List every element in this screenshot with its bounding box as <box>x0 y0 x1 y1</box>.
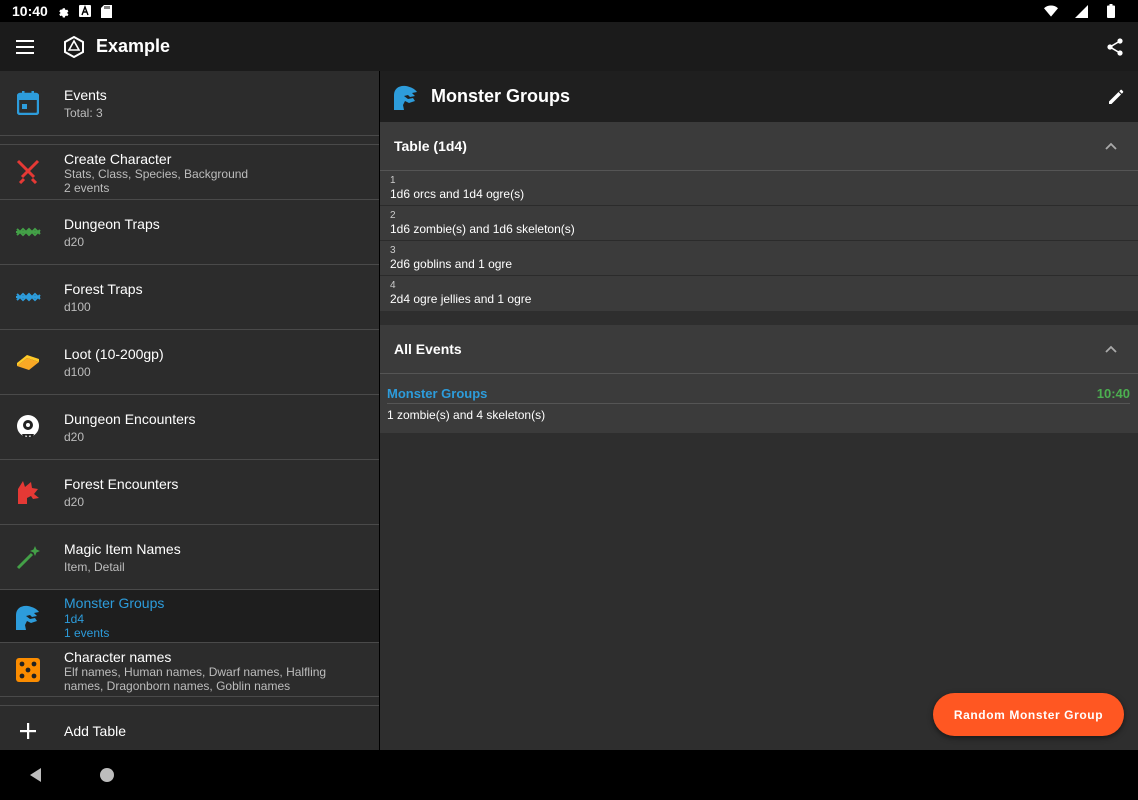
back-icon[interactable] <box>28 767 44 783</box>
font-status-icon <box>78 4 92 18</box>
table-row[interactable]: 2 1d6 zombie(s) and 1d6 skeleton(s) <box>380 206 1138 241</box>
table-card-title: Table (1d4) <box>394 138 467 154</box>
row-text: 2d6 goblins and 1 ogre <box>390 257 513 271</box>
home-icon[interactable] <box>100 768 114 782</box>
sidebar-item-label: Forest Encounters <box>64 476 179 492</box>
row-text: 1d6 zombie(s) and 1d6 skeleton(s) <box>390 222 575 236</box>
table-row[interactable]: 3 2d6 goblins and 1 ogre <box>380 241 1138 276</box>
crossed-swords-icon <box>14 157 42 185</box>
sidebar-item-sub: d20 <box>64 235 85 249</box>
card-gap <box>380 311 1138 325</box>
sidebar-item-monster-groups[interactable]: Monster Groups 1d4 1 events <box>0 590 379 643</box>
event-description: 1 zombie(s) and 4 skeleton(s) <box>387 408 546 422</box>
calendar-icon <box>14 89 42 117</box>
sidebar-divider <box>0 697 379 706</box>
hydra-icon <box>392 83 420 111</box>
battery-icon <box>1104 4 1118 18</box>
events-card-header[interactable]: All Events <box>380 325 1138 374</box>
event-name: Monster Groups <box>387 386 488 401</box>
signal-icon <box>1074 4 1088 18</box>
sidebar-item-dungeon-traps[interactable]: Dungeon Traps d20 <box>0 200 379 265</box>
sidebar-item-label: Magic Item Names <box>64 541 181 557</box>
row-text: 2d4 ogre jellies and 1 ogre <box>390 292 532 306</box>
chevron-up-icon[interactable] <box>1104 139 1118 153</box>
status-time: 10:40 <box>12 3 48 19</box>
add-table-button[interactable]: Add Table <box>0 706 379 750</box>
sidebar-item-sub: Total: 3 <box>64 106 103 120</box>
sidebar-item-sub2: 2 events <box>64 181 110 195</box>
system-nav-bar <box>0 750 1138 800</box>
detail-title: Monster Groups <box>431 86 571 106</box>
settings-status-icon <box>56 4 70 18</box>
dragon-head-icon <box>14 478 42 506</box>
sidebar: Events Total: 3 Create Character Stats, … <box>0 71 379 750</box>
table-row[interactable]: 4 2d4 ogre jellies and 1 ogre <box>380 276 1138 311</box>
sidebar-item-label: Dungeon Encounters <box>64 411 196 427</box>
table-card: Table (1d4) 1 1d6 orcs and 1d4 ogre(s) 2… <box>380 122 1138 311</box>
wifi-icon <box>1044 4 1058 18</box>
plus-icon <box>14 717 42 745</box>
sidebar-item-sub: Item, Detail <box>64 560 125 574</box>
sdcard-status-icon <box>100 4 114 18</box>
sidebar-item-sub: d20 <box>64 495 85 509</box>
sidebar-item-label: Forest Traps <box>64 281 143 297</box>
row-number: 3 <box>390 245 396 256</box>
event-item[interactable]: Monster Groups 10:40 1 zombie(s) and 4 s… <box>380 374 1138 433</box>
sidebar-item-sub: d100 <box>64 365 91 379</box>
table-row[interactable]: 1 1d6 orcs and 1d4 ogre(s) <box>380 171 1138 206</box>
sidebar-item-label: Loot (10-200gp) <box>64 346 164 362</box>
sidebar-item-sub: d20 <box>64 430 85 444</box>
sidebar-divider <box>0 136 379 145</box>
app-title: Example <box>96 36 171 56</box>
sidebar-item-sub: d100 <box>64 300 91 314</box>
sidebar-item-magic-item-names[interactable]: Magic Item Names Item, Detail <box>0 525 379 590</box>
sidebar-item-label: Monster Groups <box>64 595 165 611</box>
row-number: 2 <box>390 210 396 221</box>
detail-pane: Monster Groups Table (1d4) 1 1d6 orcs an… <box>380 71 1138 750</box>
bear-trap-icon <box>14 283 42 311</box>
bear-trap-icon <box>14 218 42 246</box>
add-table-label: Add Table <box>64 723 127 739</box>
sidebar-item-label: Dungeon Traps <box>64 216 160 232</box>
sidebar-item-forest-traps[interactable]: Forest Traps d100 <box>0 265 379 330</box>
table-card-header[interactable]: Table (1d4) <box>380 122 1138 171</box>
app-bar: Example <box>0 22 1138 71</box>
cyclops-icon <box>14 413 42 441</box>
status-bar: 10:40 <box>0 0 1138 22</box>
sidebar-item-events[interactable]: Events Total: 3 <box>0 71 379 136</box>
sidebar-item-sub: Stats, Class, Species, Background <box>64 167 249 181</box>
d20-logo-icon <box>62 35 86 59</box>
sidebar-item-dungeon-encounters[interactable]: Dungeon Encounters d20 <box>0 395 379 460</box>
sidebar-item-sub2: 1 events <box>64 626 110 640</box>
sidebar-item-label: Events <box>64 87 107 103</box>
pencil-icon[interactable] <box>1094 71 1138 122</box>
dice-icon <box>14 656 42 684</box>
row-text: 1d6 orcs and 1d4 ogre(s) <box>390 187 525 201</box>
hydra-icon <box>14 603 42 631</box>
row-number: 4 <box>390 280 396 291</box>
sidebar-item-label: Character names <box>64 649 172 665</box>
random-monster-group-button[interactable]: Random Monster Group <box>933 693 1124 736</box>
row-number: 1 <box>390 175 396 186</box>
menu-icon[interactable] <box>0 22 50 71</box>
gold-bar-icon <box>14 348 42 376</box>
sidebar-item-sub: Elf names, Human names, Dwarf names, Hal… <box>64 665 327 679</box>
events-card: All Events Monster Groups 10:40 1 zombie… <box>380 325 1138 433</box>
sidebar-item-create-character[interactable]: Create Character Stats, Class, Species, … <box>0 145 379 200</box>
sidebar-item-sub: 1d4 <box>64 612 85 626</box>
sidebar-item-label: Create Character <box>64 151 172 167</box>
share-icon[interactable] <box>1092 22 1138 71</box>
chevron-up-icon[interactable] <box>1104 342 1118 356</box>
magic-wand-icon <box>14 543 42 571</box>
sidebar-item-forest-encounters[interactable]: Forest Encounters d20 <box>0 460 379 525</box>
events-card-title: All Events <box>394 341 462 357</box>
sidebar-item-sub2: names, Dragonborn names, Goblin names <box>64 679 291 693</box>
sidebar-item-character-names[interactable]: Character names Elf names, Human names, … <box>0 643 379 697</box>
sidebar-item-loot[interactable]: Loot (10-200gp) d100 <box>0 330 379 395</box>
detail-header: Monster Groups <box>380 71 1138 122</box>
event-time: 10:40 <box>1096 386 1130 401</box>
